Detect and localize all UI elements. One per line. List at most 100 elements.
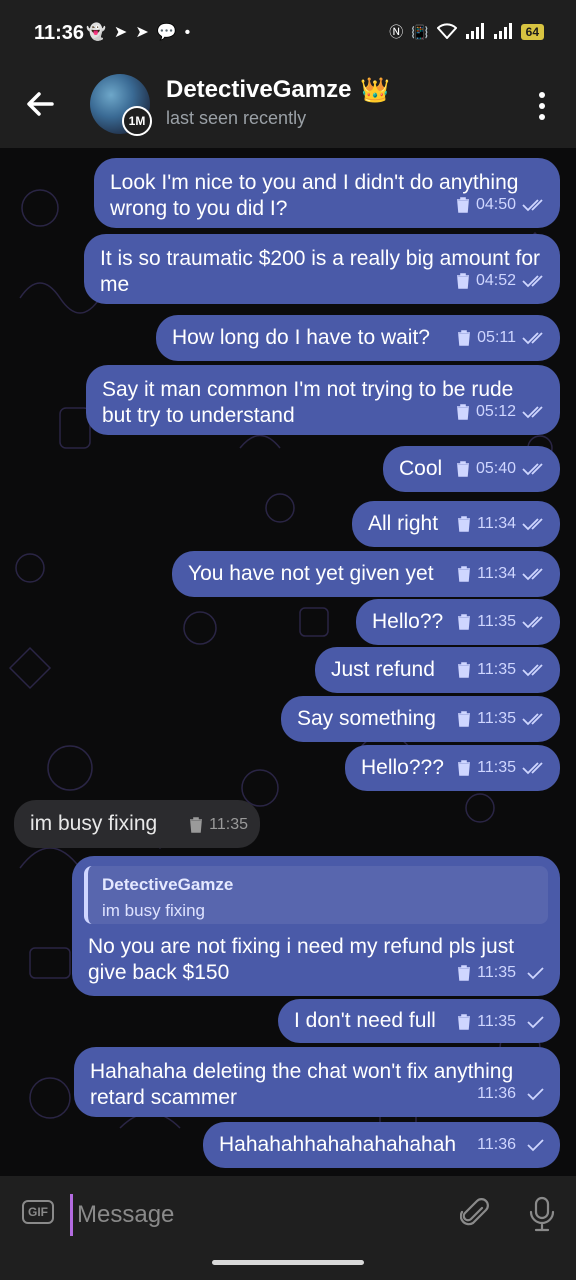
attachment-icon[interactable] [460, 1198, 490, 1230]
message-bubble-outgoing[interactable]: How long do I have to wait? 05:11 [156, 315, 560, 361]
double-check-icon [522, 762, 543, 775]
message-time: 05:40 [475, 460, 516, 477]
message-time: 11:35 [209, 816, 248, 833]
trash-icon [458, 330, 471, 346]
message-meta: 05:40 [456, 456, 548, 482]
double-check-icon [522, 199, 543, 212]
message-meta: 11:34 [457, 511, 548, 537]
single-check-icon [527, 1139, 544, 1152]
single-check-icon [527, 1016, 544, 1029]
message-bubble-outgoing[interactable]: Say something 11:35 [281, 696, 560, 742]
message-meta: 11:34 [457, 561, 548, 587]
reply-text: im busy fixing [102, 901, 205, 920]
message-bubble-incoming[interactable]: im busy fixing 11:35 [14, 800, 260, 848]
message-meta: 11:35 [457, 657, 548, 683]
message-time: 11:35 [477, 661, 516, 678]
message-bubble-outgoing[interactable]: I don't need full 11:35 [278, 999, 560, 1043]
more-options-icon[interactable] [532, 88, 552, 124]
nfc-icon: Ⓝ [389, 24, 404, 40]
message-time: 11:36 [477, 1136, 516, 1153]
trash-icon [458, 516, 471, 532]
trash-icon [458, 566, 471, 582]
message-bubble-outgoing[interactable]: Say it man common I'm not trying to be r… [86, 365, 560, 435]
message-meta: 11:35 [189, 812, 248, 838]
reply-quote[interactable]: DetectiveGamze im busy fixing [84, 866, 548, 924]
signal-icon [465, 22, 485, 42]
message-meta: 11:35 [457, 960, 548, 986]
message-time: 11:34 [477, 565, 516, 582]
single-check-icon [527, 1088, 544, 1101]
message-bubble-outgoing[interactable]: DetectiveGamze im busy fixing No you are… [72, 856, 560, 996]
gif-icon[interactable]: GIF [22, 1200, 54, 1224]
message-bubble-outgoing[interactable]: Cool 05:40 [383, 446, 560, 492]
message-bubble-outgoing[interactable]: Hahahaha deleting the chat won't fix any… [74, 1047, 560, 1117]
message-bubble-outgoing[interactable]: Hello??? 11:35 [345, 745, 560, 791]
message-bubble-outgoing[interactable]: Just refund 11:35 [315, 647, 560, 693]
message-bubble-outgoing[interactable]: Look I'm nice to you and I didn't do any… [94, 158, 560, 228]
double-check-icon [522, 568, 543, 581]
message-meta: 11:35 [457, 755, 548, 781]
trash-icon [456, 273, 469, 289]
message-time: 11:35 [477, 613, 516, 630]
double-check-icon [522, 713, 543, 726]
message-time: 04:50 [475, 196, 516, 213]
trash-icon [456, 197, 469, 213]
message-time: 04:52 [475, 272, 516, 289]
story-badge: 1M [122, 106, 152, 136]
trash-icon [458, 760, 471, 776]
message-bubble-outgoing[interactable]: Hahahahhahahahahahah 11:36 [203, 1122, 560, 1168]
message-meta: 11:35 [457, 1009, 548, 1035]
message-time: 05:12 [475, 403, 516, 420]
message-bubble-outgoing[interactable]: Hello?? 11:35 [356, 599, 560, 645]
message-meta: 11:35 [457, 706, 548, 732]
message-time: 11:35 [477, 964, 516, 981]
message-time: 11:34 [477, 515, 516, 532]
trash-icon [458, 662, 471, 678]
double-check-icon [522, 463, 543, 476]
trash-icon [458, 965, 471, 981]
message-meta: 05:11 [457, 325, 548, 351]
message-bubble-outgoing[interactable]: It is so traumatic $200 is a really big … [84, 234, 560, 304]
double-check-icon [522, 332, 543, 345]
notification-icons: 👻➤➤💬• [86, 24, 199, 41]
message-meta: 04:52 [456, 268, 548, 294]
double-check-icon [522, 664, 543, 677]
double-check-icon [522, 616, 543, 629]
message-time: 11:36 [477, 1085, 516, 1102]
message-time: 05:11 [477, 329, 516, 346]
double-check-icon [522, 406, 543, 419]
trash-icon [456, 461, 469, 477]
last-seen-status: last seen recently [166, 108, 307, 128]
crown-icon: 👑 [360, 77, 390, 104]
vibrate-icon: 📳 [411, 23, 429, 40]
status-time: 11:36 [34, 22, 85, 44]
single-check-icon [527, 967, 544, 980]
message-meta: 11:36 [477, 1081, 548, 1107]
message-meta: 04:50 [456, 192, 548, 218]
back-arrow-icon[interactable] [22, 86, 58, 122]
trash-icon [458, 614, 471, 630]
message-meta: 11:36 [477, 1132, 548, 1158]
battery-indicator: 64 [520, 24, 544, 40]
message-time: 11:35 [477, 710, 516, 727]
home-gesture-handle[interactable] [212, 1260, 364, 1265]
wifi-icon [436, 22, 458, 42]
message-meta: 11:35 [457, 609, 548, 635]
message-time: 11:35 [477, 1013, 516, 1030]
message-input[interactable] [70, 1194, 439, 1236]
contact-name[interactable]: DetectiveGamze [166, 76, 351, 104]
message-composer: GIF [0, 1176, 576, 1250]
system-icons: Ⓝ 📳 64 [389, 22, 544, 42]
message-bubble-outgoing[interactable]: You have not yet given yet 11:34 [172, 551, 560, 597]
double-check-icon [522, 275, 543, 288]
microphone-icon[interactable] [526, 1196, 558, 1232]
message-text: Hahahaha deleting the chat won't fix any… [90, 1060, 514, 1109]
message-bubble-outgoing[interactable]: All right 11:34 [352, 501, 560, 547]
trash-icon [458, 1014, 471, 1030]
message-meta: 05:12 [456, 399, 548, 425]
message-time: 11:35 [477, 759, 516, 776]
trash-icon [456, 404, 469, 420]
double-check-icon [522, 518, 543, 531]
chat-header: 1M DetectiveGamze 👑 last seen recently [0, 64, 576, 148]
reply-author: DetectiveGamze [102, 875, 234, 894]
